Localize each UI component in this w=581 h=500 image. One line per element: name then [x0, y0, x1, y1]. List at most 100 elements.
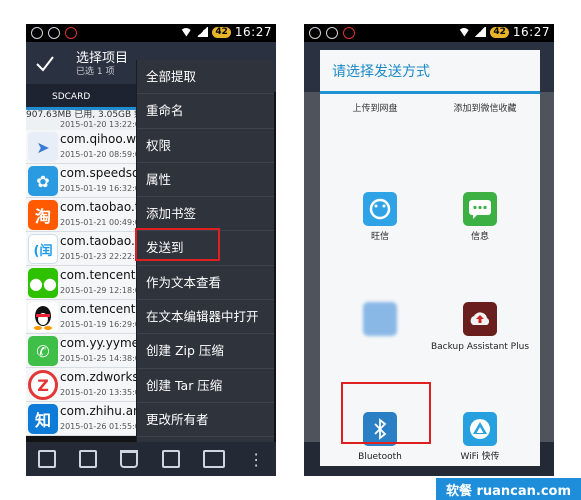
file-date: 2015-01-29 12:18:0 [60, 286, 136, 295]
file-date: 2015-01-20 13:35:0 [60, 388, 136, 397]
share-label: 信息 [470, 232, 489, 242]
file-list: ➤ com.qihoo.wi 2015-01-20 08:59:0 ✿ com.… [26, 130, 136, 436]
battery-icon: 42 [212, 26, 231, 38]
file-name: com.speedso [60, 166, 136, 180]
notification-icon [31, 27, 43, 39]
menu-item-view-as-text[interactable]: 作为文本查看 [137, 266, 274, 301]
file-date: 2015-01-25 14:38:0 [60, 354, 136, 363]
share-option-wifi-transfer[interactable]: WiFi 快传 [430, 412, 530, 463]
list-item[interactable]: com.tencent.m 2015-01-19 16:29:0 [26, 300, 136, 334]
clock-time: 16:27 [234, 25, 272, 39]
file-name: com.taobao.ta [60, 200, 136, 214]
notification-icon [343, 27, 355, 39]
menu-item-change-owner[interactable]: 更改所有者 [137, 403, 274, 438]
watermark: 软餐 ruancan.com [436, 478, 581, 500]
zhihu-icon: 知 [28, 404, 58, 434]
wangxin-icon [363, 192, 397, 226]
file-name: com.zhihu.an [60, 404, 136, 418]
wangxin-icon: (闰 [28, 234, 58, 264]
backup-cloud-icon [463, 302, 497, 336]
share-label: WiFi 快传 [460, 452, 500, 462]
menu-item-add-bookmark[interactable]: 添加书签 [137, 197, 274, 232]
share-option-messages[interactable]: 信息 [430, 192, 530, 243]
status-bar: 42 16:27 [304, 24, 554, 42]
highlight-box [135, 228, 220, 261]
list-item[interactable]: 知 com.zhihu.an 2015-01-26 01:55:0 [26, 402, 136, 436]
file-date: 2015-01-23 22:22:0 [60, 252, 136, 261]
share-label: Bluetooth [358, 452, 402, 462]
watermark-text: 软餐 ruancan.com [445, 483, 572, 499]
taobao-icon: 淘 [28, 200, 58, 230]
wifi-icon [180, 27, 193, 37]
status-bar: 42 16:27 [26, 24, 276, 42]
highlight-box [341, 382, 431, 444]
notification-icon [48, 27, 60, 39]
delete-icon[interactable] [120, 450, 139, 468]
menu-item-create-zip[interactable]: 创建 Zip 压缩 [137, 334, 274, 369]
tab-label: SDCARD [52, 92, 91, 102]
notification-icon [65, 27, 77, 39]
dialog-title: 请选择发送方式 [320, 50, 540, 94]
overflow-menu-icon[interactable]: ⋮ [248, 450, 264, 469]
signal-icon [196, 27, 209, 37]
signal-icon [474, 27, 487, 37]
list-item[interactable]: ✆ com.yy.yymec 2015-01-25 14:38:0 [26, 334, 136, 368]
list-item[interactable]: (闰 com.taobao.w 2015-01-23 22:22:0 [26, 232, 136, 266]
folder-icon[interactable] [202, 450, 225, 468]
file-name: com.tencent.m [60, 268, 136, 282]
speed-icon: ✿ [28, 166, 58, 196]
file-name: com.zdworks [60, 370, 136, 384]
file-date: 2015-01-21 00:49:0 [60, 218, 136, 227]
file-name: com.yy.yymec [60, 336, 136, 350]
notification-icon [309, 27, 321, 39]
list-item[interactable]: Z com.zdworks 2015-01-20 13:35:0 [26, 368, 136, 402]
share-option-backup-assistant[interactable]: Backup Assistant Plus [430, 302, 530, 353]
wifi-transfer-icon [463, 412, 497, 446]
menu-item-create-tar[interactable]: 创建 Tar 压缩 [137, 369, 274, 403]
wechat-icon: ●● [28, 268, 58, 298]
tab-upload-cloud[interactable]: 上传到网盘 [320, 97, 430, 121]
list-item[interactable]: ✿ com.speedso 2015-01-19 16:32:0 [26, 164, 136, 198]
share-option-blurred-app[interactable] [330, 302, 430, 342]
whatsapp-icon: ✆ [28, 336, 58, 366]
notification-icon [326, 27, 338, 39]
paper-plane-icon: ➤ [28, 132, 58, 162]
checkmark-icon[interactable] [34, 52, 56, 74]
storage-date: 2015-01-20 13:22:0 [60, 120, 136, 129]
share-label: 旺信 [370, 232, 389, 242]
tab-add-wechat-favorites[interactable]: 添加到微信收藏 [430, 97, 540, 121]
menu-item-permissions[interactable]: 权限 [137, 129, 274, 163]
qq-penguin-icon [28, 302, 58, 332]
message-icon [463, 192, 497, 226]
storage-usage: 907.63MB 已用, 3.05GB 剩余 [26, 110, 136, 120]
list-item[interactable]: 淘 com.taobao.ta 2015-01-21 00:49:0 [26, 198, 136, 232]
battery-icon: 42 [490, 26, 509, 38]
bottom-toolbar: ⋮ [26, 442, 276, 476]
file-date: 2015-01-26 01:55:0 [60, 422, 136, 431]
grid-icon[interactable] [161, 450, 180, 468]
dialog-tabs: 上传到网盘 添加到微信收藏 [320, 97, 540, 121]
blurred-app-icon [363, 302, 397, 336]
file-date: 2015-01-20 08:59:0 [60, 150, 136, 159]
menu-item-rename[interactable]: 重命名 [137, 94, 274, 129]
cut-icon[interactable] [78, 450, 97, 468]
clock-icon: Z [28, 370, 58, 400]
copy-icon[interactable] [37, 450, 56, 468]
menu-item-open-in-editor[interactable]: 在文本编辑器中打开 [137, 300, 274, 335]
list-item[interactable]: ●● com.tencent.m 2015-01-29 12:18:0 [26, 266, 136, 300]
file-name: com.qihoo.wi [60, 132, 136, 146]
file-date: 2015-01-19 16:32:0 [60, 184, 136, 193]
menu-item-properties[interactable]: 属性 [137, 163, 274, 198]
context-menu: 全部提取 重命名 权限 属性 添加书签 发送到 作为文本查看 在文本编辑器中打开… [136, 60, 274, 472]
share-option-wangxin[interactable]: 旺信 [330, 192, 430, 243]
menu-item-extract-all[interactable]: 全部提取 [137, 60, 274, 95]
file-name: com.taobao.w [60, 234, 136, 248]
tab-sdcard[interactable]: SDCARD [26, 84, 136, 110]
wifi-icon [458, 27, 471, 37]
file-date: 2015-01-19 16:29:0 [60, 320, 136, 329]
list-item[interactable]: ➤ com.qihoo.wi 2015-01-20 08:59:0 [26, 130, 136, 164]
selection-count: 已选 1 项 [76, 67, 115, 77]
share-label: Backup Assistant Plus [430, 342, 530, 352]
storage-info: 907.63MB 已用, 3.05GB 剩余 2015-01-20 13:22:… [26, 110, 136, 130]
clock-time: 16:27 [512, 25, 550, 39]
